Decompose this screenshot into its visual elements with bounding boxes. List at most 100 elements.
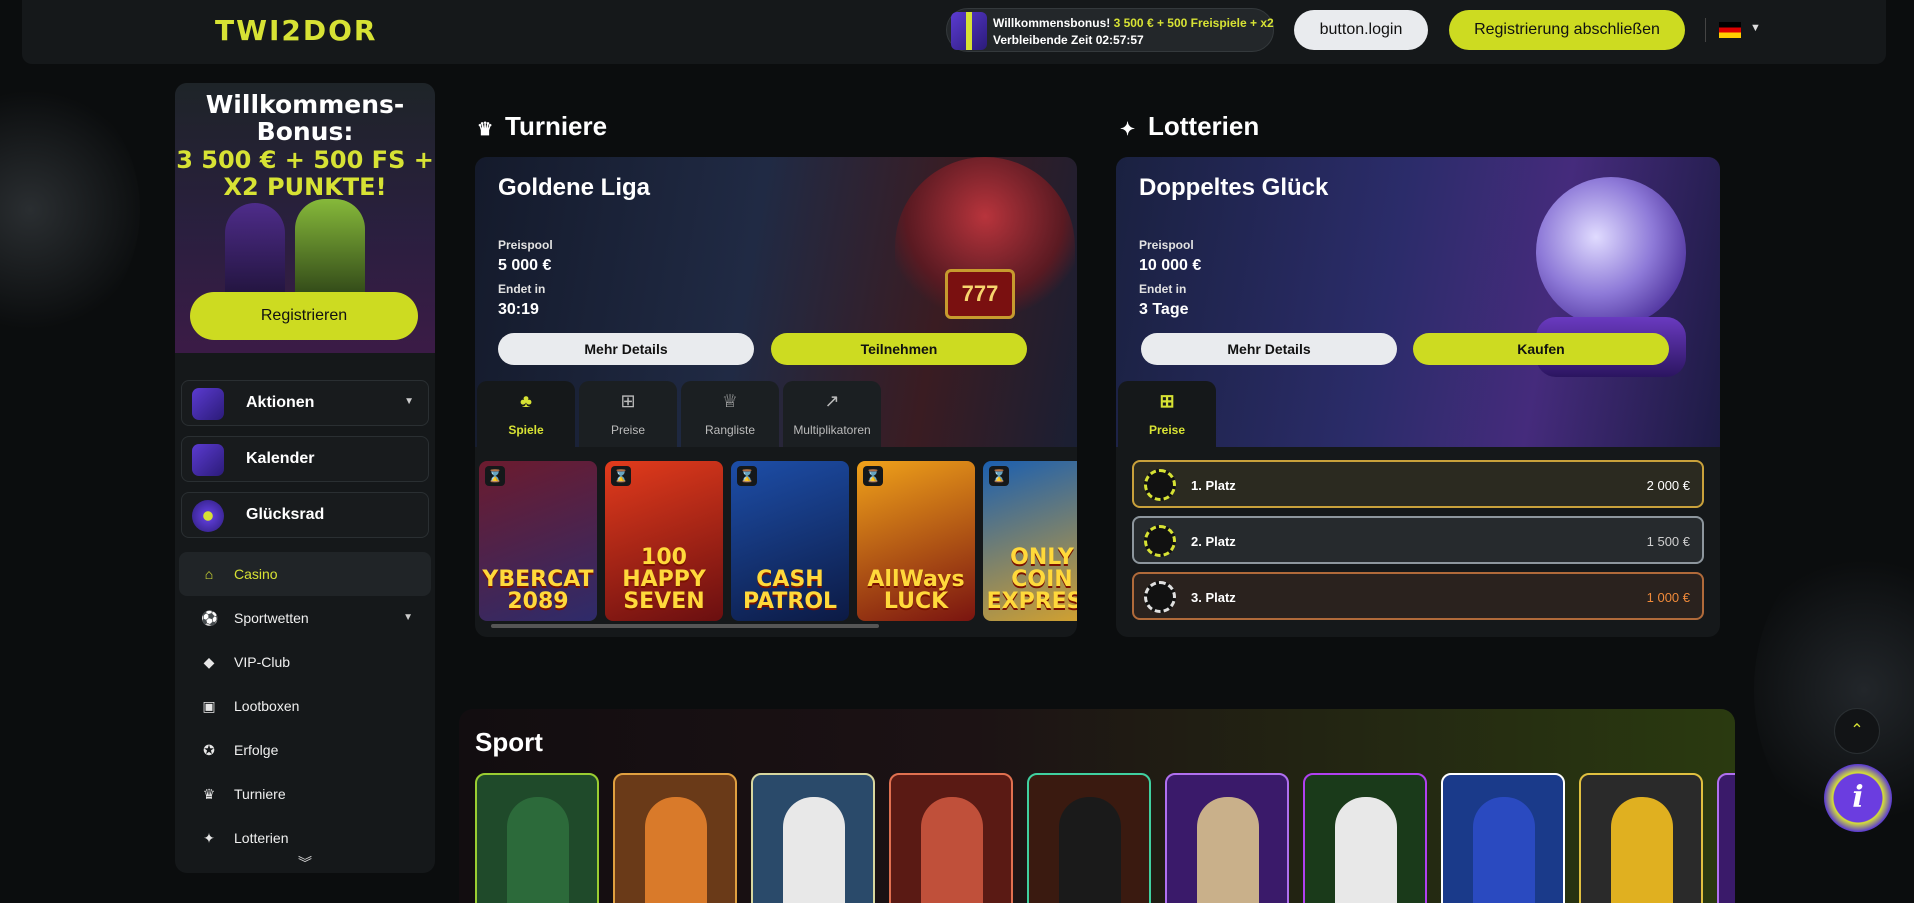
prize-place-2: 2. Platz 1 500 €	[1132, 516, 1704, 564]
tab-spiele[interactable]: ♣ Spiele	[477, 381, 575, 447]
complete-registration-button[interactable]: Registrierung abschließen	[1449, 10, 1685, 50]
place-label: 1. Platz	[1191, 478, 1236, 493]
sidebar-item-label: Lootboxen	[234, 698, 300, 714]
game-tile[interactable]: ⌛ ONLY COIN EXPRESS	[983, 461, 1077, 621]
game-tile[interactable]: ⌛ YBERCAT 2089	[479, 461, 597, 621]
chevron-up-icon[interactable]: ⌃	[1834, 708, 1880, 754]
join-button[interactable]: Teilnehmen	[771, 333, 1027, 365]
lottery-icon: ✦	[203, 830, 215, 846]
chevron-down-icon[interactable]: ▼	[403, 612, 413, 623]
more-details-button[interactable]: Mehr Details	[498, 333, 754, 365]
ends-in-label: Endet in	[1139, 282, 1187, 296]
sidebar-item-label: Lotterien	[234, 830, 289, 846]
box-icon: ▣	[202, 698, 216, 714]
login-button[interactable]: button.login	[1294, 10, 1428, 50]
tab-label: Preise	[610, 423, 645, 437]
tab-label: Preise	[1148, 423, 1186, 437]
sport-card-volleyball[interactable]	[1579, 773, 1703, 903]
top-header: TWI2DOR Willkommensbonus! 3 500 € + 500 …	[22, 0, 1886, 64]
game-tile[interactable]: ⌛ CASH PATROL	[731, 461, 849, 621]
gift-icon: ⊞	[620, 391, 636, 411]
chart-up-icon: ↗	[824, 391, 840, 411]
chevron-down-icon[interactable]: ▼	[1750, 22, 1761, 34]
ends-in-value: 30:19	[498, 301, 539, 318]
tab-preise[interactable]: ⊞ Preise	[1118, 381, 1216, 447]
game-tile[interactable]: ⌛ 100 HAPPY SEVEN	[605, 461, 723, 621]
bonus-timer: Verbleibende Zeit 02:57:57	[993, 33, 1144, 47]
sport-card-tennis[interactable]	[751, 773, 875, 903]
section-title-tournaments: ♛ Turniere	[477, 111, 608, 141]
tournament-card: 777 Goldene Liga Preispool 5 000 € Endet…	[475, 157, 1077, 637]
sidebar-card-aktionen[interactable]: Aktionen ▼	[181, 380, 429, 426]
tab-rangliste[interactable]: ♕ Rangliste	[681, 381, 779, 447]
ends-in-value: 3 Tage	[1139, 301, 1189, 318]
welcome-bonus-pill[interactable]: Willkommensbonus! 3 500 € + 500 Freispie…	[946, 8, 1274, 52]
game-title: AllWays LUCK	[867, 567, 965, 614]
sport-card-more[interactable]	[1717, 773, 1735, 903]
sidebar-item-sportwetten[interactable]: ⚽ Sportwetten ▼	[179, 596, 431, 640]
game-title: ONLY COIN EXPRESS	[986, 545, 1077, 614]
prize-place-3: 3. Platz 1 000 €	[1132, 572, 1704, 620]
sport-card-basketball[interactable]	[613, 773, 737, 903]
athlete-illustration	[1473, 797, 1535, 903]
prize-pool-label: Preispool	[1139, 238, 1194, 252]
prize-place-1: 1. Platz 2 000 €	[1132, 460, 1704, 508]
sport-card-mma[interactable]	[1165, 773, 1289, 903]
athlete-illustration	[921, 797, 983, 903]
game-title: 100 HAPPY SEVEN	[622, 545, 706, 614]
tab-preise[interactable]: ⊞ Preise	[579, 381, 677, 447]
athlete-illustration	[783, 797, 845, 903]
trophy-icon: ♛	[202, 786, 216, 802]
bonus-text: Willkommensbonus! 3 500 € + 500 Freispie…	[993, 16, 1274, 30]
sidebar-item-turniere[interactable]: ♛ Turniere	[179, 772, 431, 816]
sidebar-item-casino[interactable]: ⌂ Casino	[179, 552, 431, 596]
welcome-bonus-promo[interactable]: Willkommens-Bonus: 3 500 € + 500 FS + X2…	[175, 83, 435, 353]
register-button[interactable]: Registrieren	[190, 292, 418, 340]
cherry-icon: ♣	[520, 391, 532, 411]
sidebar-item-vip-club[interactable]: ◆ VIP-Club	[179, 640, 431, 684]
lottery-title: Doppeltes Glück	[1139, 174, 1329, 201]
sport-card-esports[interactable]	[1303, 773, 1427, 903]
place-value: 1 500 €	[1646, 534, 1690, 549]
info-icon[interactable]: i	[1824, 764, 1892, 832]
home-icon: ⌂	[204, 566, 214, 582]
background-glow	[0, 80, 140, 340]
divider	[1705, 18, 1706, 42]
game-tile[interactable]: ⌛ AllWays LUCK	[857, 461, 975, 621]
lottery-card: Doppeltes Glück Preispool 10 000 € Endet…	[1116, 157, 1720, 637]
chevron-down-icon[interactable]: ▼	[404, 396, 414, 407]
logo[interactable]: TWI2DOR	[215, 14, 378, 47]
sport-card-motorsport[interactable]	[1027, 773, 1151, 903]
sidebar-item-label: Turniere	[234, 786, 286, 802]
place-value: 1 000 €	[1646, 590, 1690, 605]
sidebar-item-label: Sportwetten	[234, 610, 309, 626]
athlete-illustration	[1611, 797, 1673, 903]
hourglass-icon: ⌛	[611, 466, 631, 486]
chip-icon	[1144, 581, 1176, 613]
sidebar-item-erfolge[interactable]: ✪ Erfolge	[179, 728, 431, 772]
sidebar-card-gluecksrad[interactable]: Glücksrad	[181, 492, 429, 538]
sport-card-boxing[interactable]	[889, 773, 1013, 903]
ball-icon: ⚽	[201, 610, 219, 626]
sidebar-item-lootboxen[interactable]: ▣ Lootboxen	[179, 684, 431, 728]
chip-icon	[1144, 469, 1176, 501]
chip-icon	[1144, 525, 1176, 557]
hourglass-icon: ⌛	[863, 466, 883, 486]
athlete-illustration	[1059, 797, 1121, 903]
sport-card-football[interactable]	[475, 773, 599, 903]
lottery-machine-illustration	[1536, 177, 1686, 327]
sidebar-card-label: Glücksrad	[246, 506, 325, 523]
double-chevron-down-icon[interactable]: ︾	[175, 853, 435, 873]
tab-label: Spiele	[508, 423, 544, 437]
sport-card-american-football[interactable]	[1441, 773, 1565, 903]
medal-icon: ✪	[203, 742, 215, 758]
more-details-button[interactable]: Mehr Details	[1141, 333, 1397, 365]
buy-button[interactable]: Kaufen	[1413, 333, 1669, 365]
carousel-scrollbar[interactable]	[491, 624, 879, 628]
sidebar-card-kalender[interactable]: Kalender	[181, 436, 429, 482]
tab-multiplikatoren[interactable]: ↗ Multiplikatoren	[783, 381, 881, 447]
tab-label: Rangliste	[704, 423, 756, 437]
german-flag-icon[interactable]	[1719, 22, 1741, 38]
lottery-icon: ✦	[1120, 119, 1136, 139]
calendar-icon	[192, 444, 224, 476]
